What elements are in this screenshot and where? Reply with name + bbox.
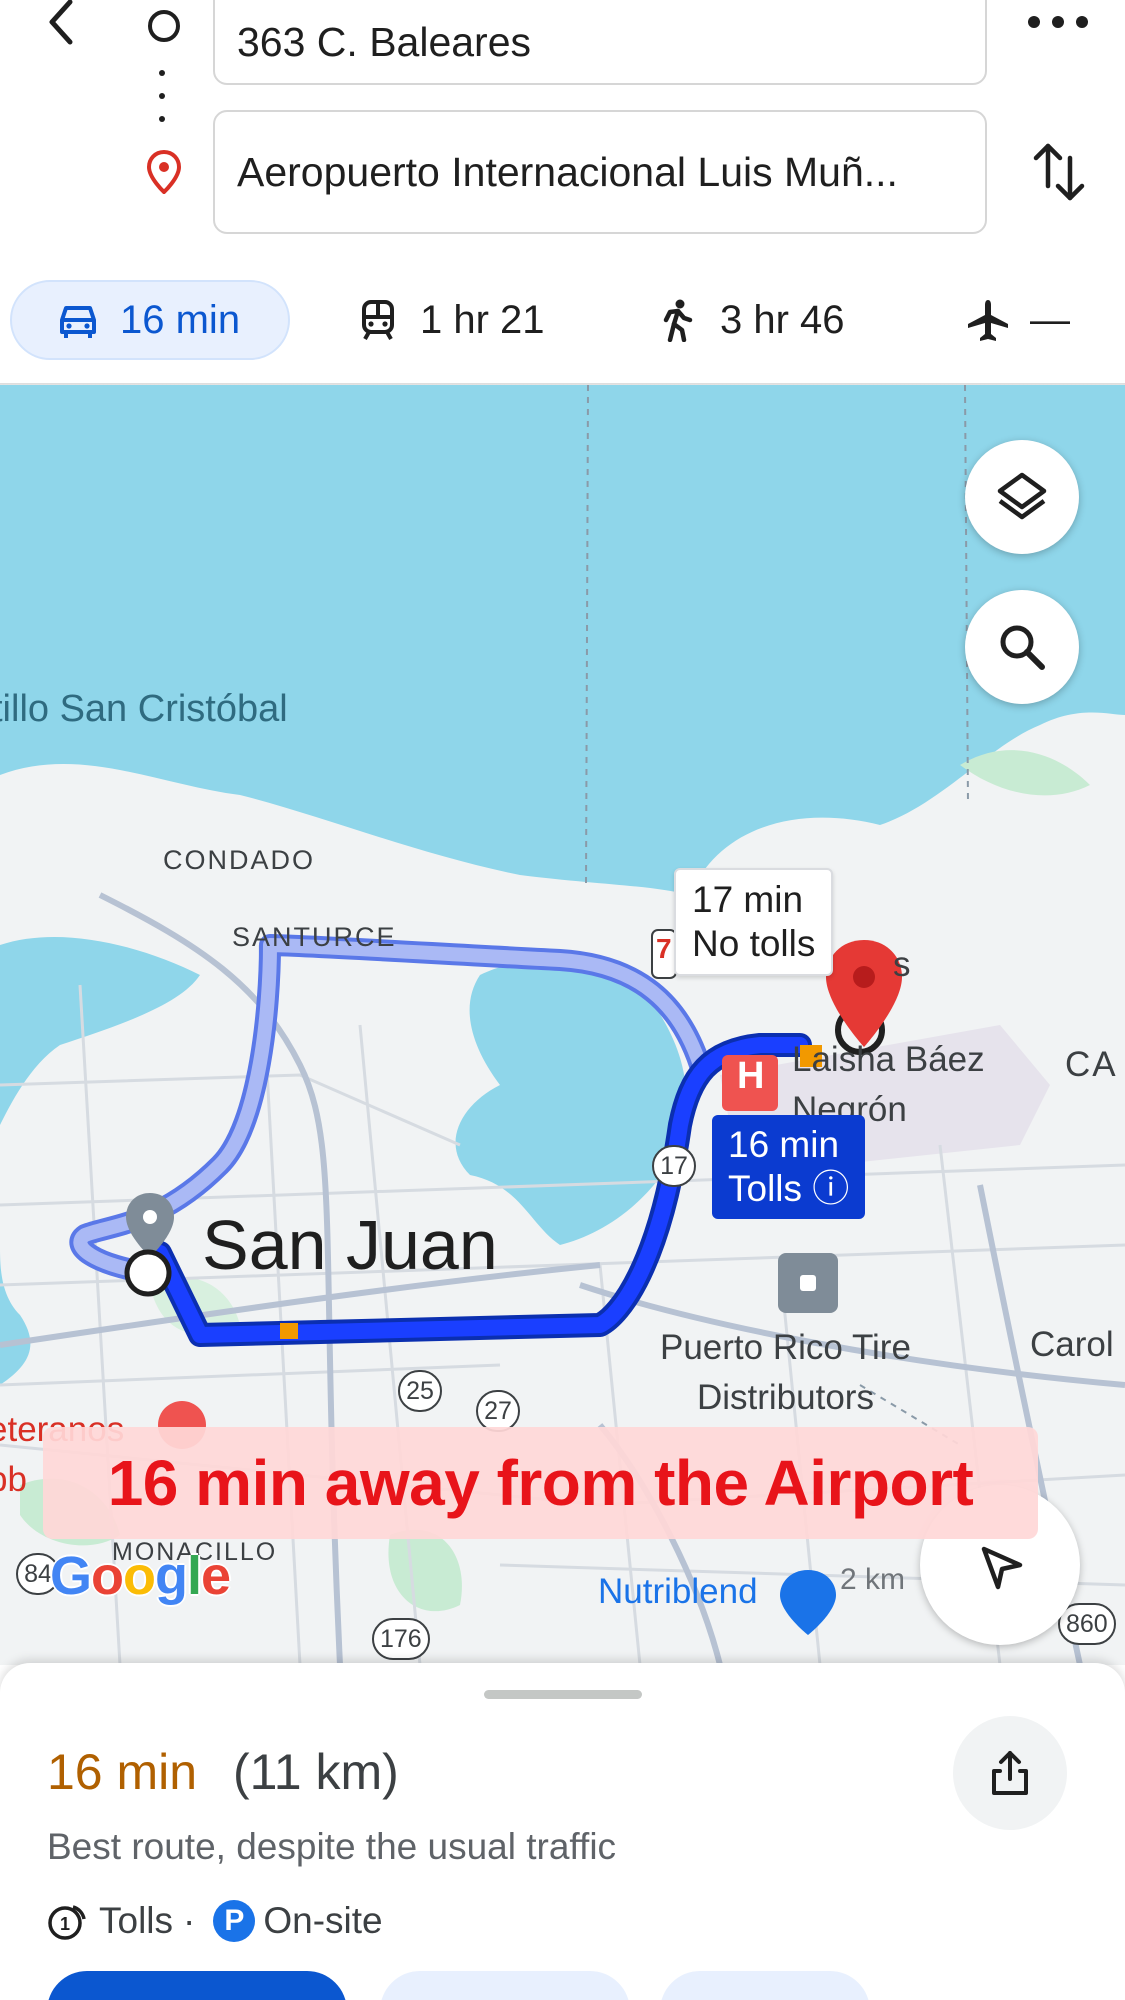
route-7-shield: 7 xyxy=(656,933,672,964)
map-label-castillo: tillo San Cristóbal xyxy=(0,688,288,730)
tab-walking[interactable]: 3 hr 46 xyxy=(656,280,845,360)
search-icon xyxy=(1000,625,1045,670)
parking-icon: P xyxy=(213,1900,256,1942)
route-17-shield: 17 xyxy=(652,1145,696,1187)
google-logo: Google xyxy=(50,1546,231,1606)
tab-driving[interactable]: 16 min xyxy=(10,280,290,360)
map-scale-label: 2 km xyxy=(840,1563,906,1596)
tab-flights-label: — xyxy=(1030,297,1070,342)
swap-directions-icon[interactable] xyxy=(1030,140,1088,204)
hospital-icon[interactable]: H xyxy=(737,1055,764,1098)
pin-button[interactable] xyxy=(660,1971,870,2000)
map-label-condado: CONDADO xyxy=(163,845,316,875)
map-label-santurce: SANTURCE xyxy=(232,922,397,952)
route-860-shield: 860 xyxy=(1058,1603,1116,1645)
map-view[interactable]: tillo San Cristóbal CONDADO SANTURCE San… xyxy=(0,385,1125,1665)
map-search-button[interactable] xyxy=(965,590,1079,704)
map-label-s: s xyxy=(893,945,911,984)
main-route-callout[interactable]: 16 min Tolls ⓘ xyxy=(712,1115,866,1219)
back-arrow-icon[interactable] xyxy=(38,0,88,50)
main-route-time: 16 min xyxy=(728,1124,840,1165)
alt-route-note: No tolls xyxy=(692,923,816,964)
attribute-separator: · xyxy=(183,1900,196,1941)
navigation-arrow-icon xyxy=(981,1546,1023,1590)
more-options-icon[interactable] xyxy=(1028,10,1088,34)
share-icon xyxy=(992,1751,1028,1795)
overlay-caption: 16 min away from the Airport xyxy=(43,1427,1038,1539)
destination-pin-icon xyxy=(146,150,182,194)
layers-button[interactable] xyxy=(965,440,1079,554)
steps-button[interactable] xyxy=(380,1971,630,2000)
airplane-icon xyxy=(968,300,1008,341)
tab-transit-label: 1 hr 21 xyxy=(420,297,545,342)
route-summary: Best route, despite the usual traffic xyxy=(47,1826,617,1867)
origin-circle-icon xyxy=(148,10,180,42)
layers-icon xyxy=(997,472,1047,520)
route-header: 363 C. Baleares Aeropuerto Internacional… xyxy=(0,0,1125,385)
map-label-pr-tire-line1: Puerto Rico Tire xyxy=(660,1328,911,1367)
route-details-sheet[interactable]: 16 min (11 km) Best route, despite the u… xyxy=(0,1663,1125,2000)
svg-text:1: 1 xyxy=(60,1914,70,1934)
route-attributes: 1 Tolls · P On-site xyxy=(47,1900,383,1942)
route-eta: 16 min xyxy=(47,1744,198,1800)
tab-transit[interactable]: 1 hr 21 xyxy=(356,280,545,360)
toll-icon: 1 xyxy=(48,1905,86,1940)
map-label-san-juan: San Juan xyxy=(202,1206,498,1284)
tab-driving-label: 16 min xyxy=(120,297,241,342)
destination-input[interactable]: Aeropuerto Internacional Luis Muñ... xyxy=(213,110,987,234)
route-176-shield: 176 xyxy=(372,1618,430,1660)
walking-icon xyxy=(663,299,693,342)
map-label-ca: CA xyxy=(1065,1045,1118,1084)
tolls-label: Tolls xyxy=(99,1900,174,1941)
route-25-shield: 25 xyxy=(398,1370,442,1412)
route-dots-icon xyxy=(158,70,166,122)
parking-label: On-site xyxy=(263,1900,383,1941)
alt-route-callout[interactable]: 17 min No tolls xyxy=(674,868,834,976)
start-button[interactable] xyxy=(47,1971,347,2000)
map-label-pr-tire[interactable]: Puerto Rico Tire Distributors xyxy=(660,1323,911,1423)
tab-walking-label: 3 hr 46 xyxy=(720,297,845,342)
main-route-note: Tolls ⓘ xyxy=(728,1168,850,1209)
share-button[interactable] xyxy=(953,1716,1067,1830)
train-icon xyxy=(362,300,394,340)
alt-route-time: 17 min xyxy=(692,879,804,920)
map-label-laisha-line1: Laisha Báez xyxy=(792,1040,985,1079)
map-label-carol: Carol xyxy=(1030,1325,1114,1364)
map-label-pr-tire-line2: Distributors xyxy=(696,1378,874,1417)
map-label-nutriblend[interactable]: Nutriblend xyxy=(598,1572,758,1612)
origin-input[interactable]: 363 C. Baleares xyxy=(213,0,987,85)
tab-flights[interactable]: — xyxy=(966,280,1070,360)
route-distance: (11 km) xyxy=(233,1744,399,1800)
travel-mode-tabs: 16 min 1 hr 21 3 hr 46 — xyxy=(0,280,1125,360)
sheet-drag-handle[interactable] xyxy=(484,1690,642,1699)
car-icon xyxy=(60,306,96,338)
route-27-shield: 27 xyxy=(476,1390,520,1432)
